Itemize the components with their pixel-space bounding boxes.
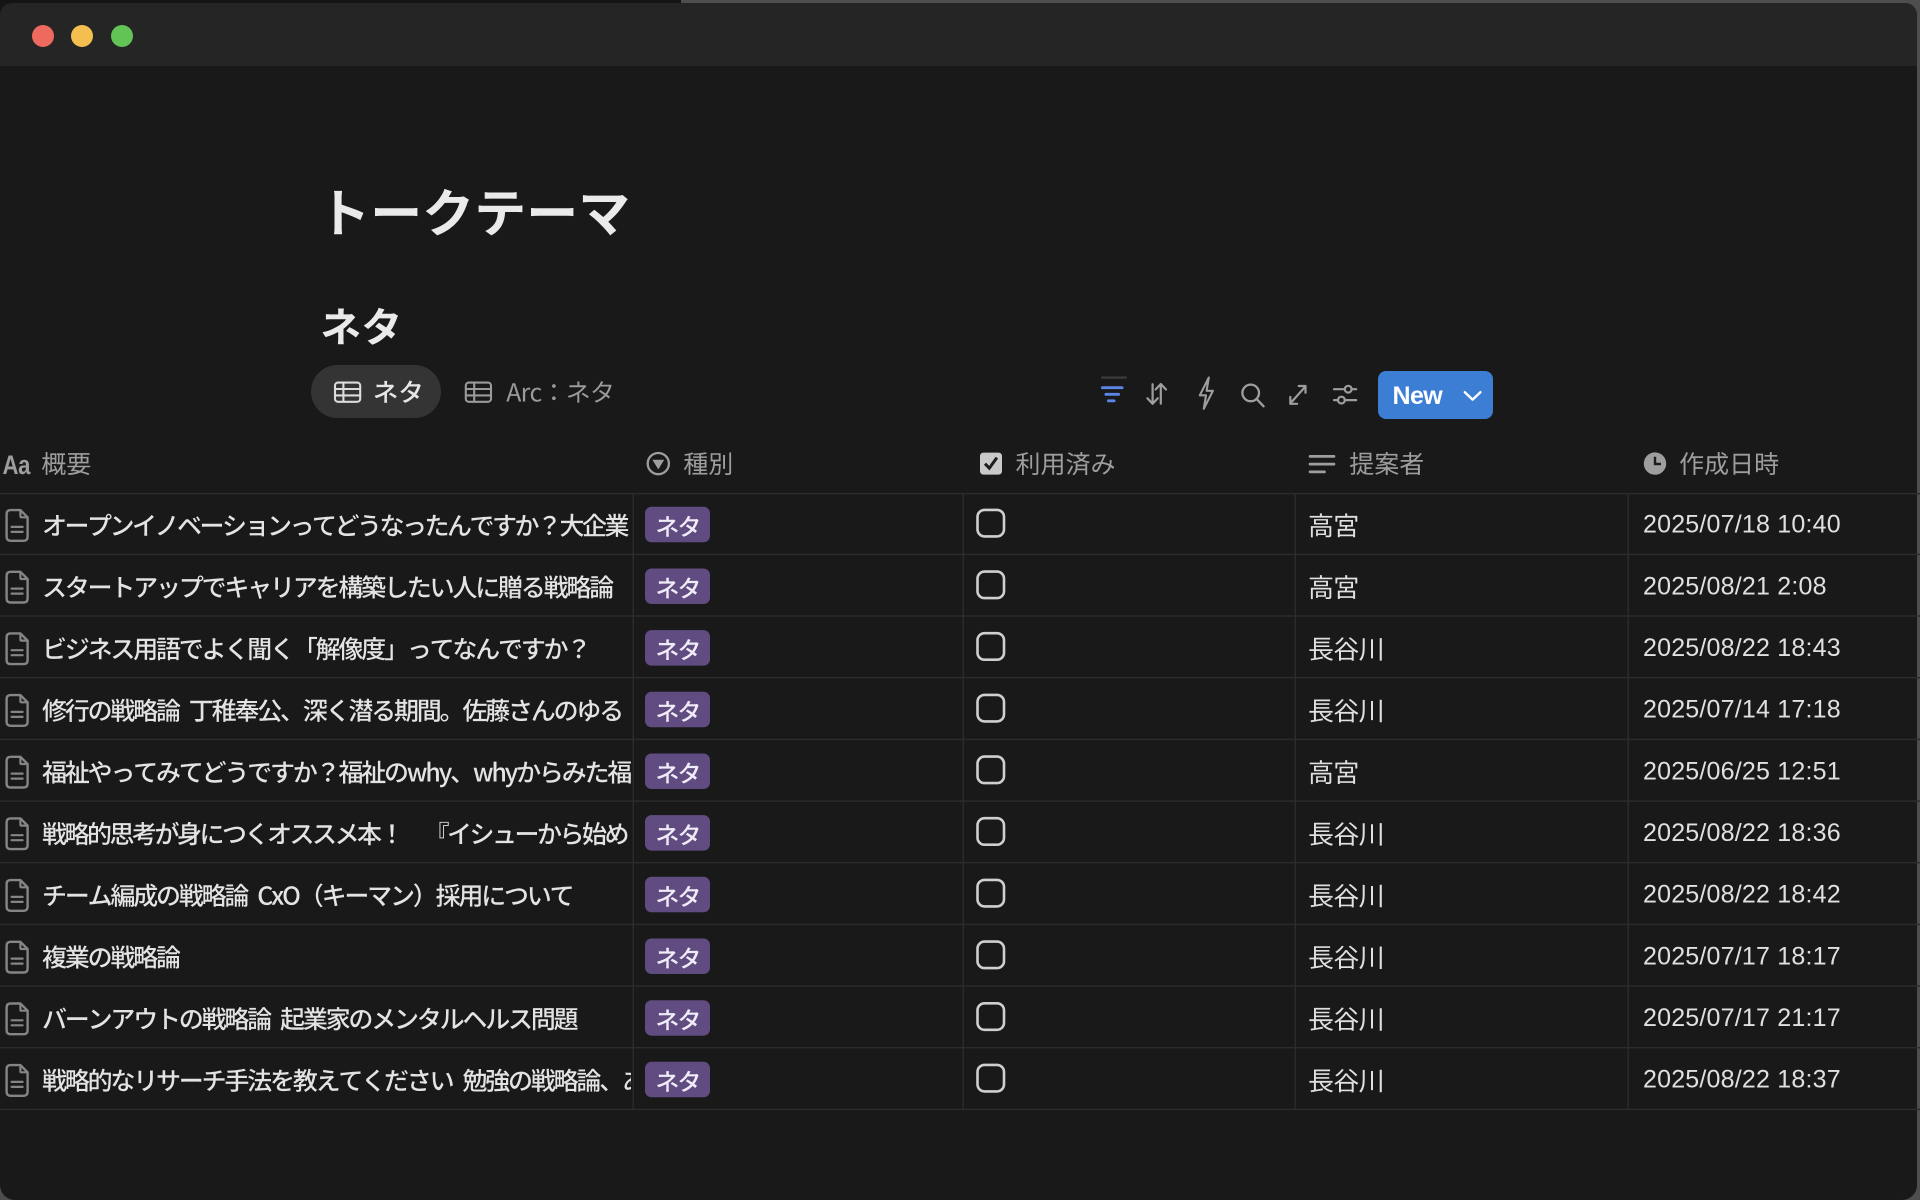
svg-text:New: New [1393,382,1444,410]
svg-text:2025/08/22 18:43: 2025/08/22 18:43 [1643,634,1841,662]
svg-text:2025/07/18 10:40: 2025/07/18 10:40 [1643,511,1841,539]
svg-text:2025/08/22 18:42: 2025/08/22 18:42 [1643,881,1841,909]
svg-text:2025/06/25 12:51: 2025/06/25 12:51 [1643,757,1841,785]
svg-text:2025/08/22 18:37: 2025/08/22 18:37 [1643,1066,1841,1094]
svg-text:2025/07/17 18:17: 2025/07/17 18:17 [1643,942,1841,970]
svg-text:2025/08/22 18:36: 2025/08/22 18:36 [1643,819,1841,847]
svg-text:2025/07/14 17:18: 2025/07/14 17:18 [1643,696,1841,724]
svg-text:2025/08/21 2:08: 2025/08/21 2:08 [1643,572,1827,600]
svg-text:2025/07/17 21:17: 2025/07/17 21:17 [1643,1004,1841,1032]
svg-text:Aa: Aa [3,451,31,481]
